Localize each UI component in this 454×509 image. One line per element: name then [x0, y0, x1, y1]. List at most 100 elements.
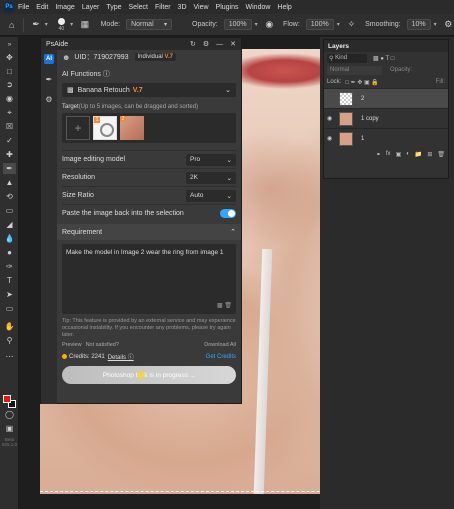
link-icon[interactable]: ⚭	[376, 151, 381, 158]
add-image-button[interactable]: +	[66, 116, 90, 140]
chevron-down-icon[interactable]: ▾	[337, 21, 340, 28]
image-icon[interactable]: ▩	[217, 303, 223, 309]
menu-select[interactable]: Select	[129, 4, 148, 11]
color-swatches[interactable]	[3, 395, 16, 408]
clone-stamp-tool-icon[interactable]: ▲	[3, 177, 16, 188]
menu-edit[interactable]: Edit	[36, 4, 48, 11]
filter-icons[interactable]: ▩ ● T □	[373, 55, 394, 62]
foreground-color-swatch[interactable]	[3, 395, 11, 403]
progress-button[interactable]: Photoshop task is in progress ...	[62, 366, 236, 384]
folder-icon[interactable]: 📁	[415, 151, 422, 158]
trash-icon[interactable]: 🗑	[224, 303, 232, 309]
history-brush-tool-icon[interactable]: ⟲	[3, 191, 16, 202]
menu-help[interactable]: Help	[277, 4, 291, 11]
requirement-header[interactable]: Requirement ⌃	[57, 224, 241, 240]
layer-row[interactable]: ◉ 1	[324, 128, 448, 148]
refresh-icon[interactable]: ↻	[190, 40, 196, 48]
zoom-tool-icon[interactable]: ⚲	[3, 335, 16, 346]
menu-file[interactable]: File	[18, 4, 29, 11]
menu-3d[interactable]: 3D	[178, 4, 187, 11]
smoothing-field[interactable]: 10%	[406, 19, 431, 30]
trash-icon[interactable]: 🗑	[437, 151, 445, 158]
rectangle-tool-icon[interactable]: ▭	[3, 303, 16, 314]
screen-mode-icon[interactable]: ▣	[3, 423, 16, 434]
pen-tool-icon[interactable]: ✑	[3, 261, 16, 272]
airbrush-icon[interactable]: ✧	[346, 18, 357, 32]
edit-icon[interactable]: ✒	[44, 74, 54, 84]
menu-bar: Ps File Edit Image Layer Type Select Fil…	[0, 0, 454, 14]
lasso-tool-icon[interactable]: ➲	[3, 79, 16, 90]
chevron-down-icon[interactable]: ▾	[434, 21, 437, 28]
flow-field[interactable]: 100%	[305, 19, 334, 30]
opacity-field[interactable]: 100%	[223, 19, 252, 30]
chevron-down-icon[interactable]: ▾	[45, 21, 48, 28]
target-image-1[interactable]: 1	[93, 116, 117, 140]
resolution-select[interactable]: 2K ⌄	[186, 171, 236, 184]
ai-function-select[interactable]: ▩ Banana Retouch V.7 ⌄	[62, 83, 236, 97]
path-selection-tool-icon[interactable]: ➤	[3, 289, 16, 300]
details-link[interactable]: Details ⓘ	[108, 352, 134, 361]
lock-icons[interactable]: □ ✒ ✥ ▣ 🔒	[345, 79, 379, 86]
blur-tool-icon[interactable]: 💧	[3, 233, 16, 244]
brush-size-picker[interactable]: 40	[56, 17, 67, 32]
paint-bucket-tool-icon[interactable]: ◢	[3, 219, 16, 230]
image-index-badge: 1	[94, 117, 100, 123]
eye-icon[interactable]: ◉	[327, 135, 335, 142]
ratio-select[interactable]: Auto ⌄	[186, 189, 236, 202]
new-layer-icon[interactable]: ⊞	[427, 151, 432, 158]
brush-tool-icon[interactable]: ✒	[3, 163, 16, 174]
frame-tool-icon[interactable]: ☒	[3, 121, 16, 132]
download-all-link[interactable]: Download All	[204, 342, 236, 348]
adjustment-icon[interactable]: ◐	[406, 151, 410, 157]
get-credits-link[interactable]: Get Credits	[206, 354, 236, 360]
collapse-icon[interactable]: »	[3, 39, 16, 50]
object-selection-tool-icon[interactable]: ◉	[3, 93, 16, 104]
mask-icon[interactable]: ▣	[396, 151, 402, 158]
layers-tab[interactable]: Layers	[324, 40, 448, 52]
gear-icon[interactable]: ⚙	[44, 94, 54, 104]
requirement-textarea[interactable]: Make the model in Image 2 wear the ring …	[62, 244, 236, 314]
layer-row[interactable]: ◉ 1 copy	[324, 108, 448, 128]
eraser-tool-icon[interactable]: ▭	[3, 205, 16, 216]
menu-image[interactable]: Image	[55, 4, 74, 11]
blend-mode-select[interactable]: Normal	[327, 65, 382, 75]
type-tool-icon[interactable]: T	[3, 275, 16, 286]
target-image-2[interactable]: 2	[120, 116, 144, 140]
quick-mask-icon[interactable]: ◯	[3, 409, 16, 420]
dodge-tool-icon[interactable]: ●	[3, 247, 16, 258]
eyedropper-tool-icon[interactable]: ✓	[3, 135, 16, 146]
fx-icon[interactable]: fx	[386, 151, 391, 157]
hand-tool-icon[interactable]: ✋	[3, 321, 16, 332]
photoshop-logo-icon[interactable]: Ps	[4, 2, 14, 12]
not-satisfied-link[interactable]: Not satisfied?	[86, 342, 119, 348]
menu-plugins[interactable]: Plugins	[216, 4, 239, 11]
chevron-down-icon[interactable]: ▾	[255, 21, 258, 28]
menu-type[interactable]: Type	[106, 4, 121, 11]
layer-row[interactable]: 2	[324, 88, 448, 108]
marquee-tool-icon[interactable]: □	[3, 66, 16, 77]
minimize-icon[interactable]: —	[216, 41, 223, 48]
menu-view[interactable]: View	[194, 4, 209, 11]
crop-tool-icon[interactable]: ⌖	[3, 107, 16, 118]
gear-icon[interactable]: ⚙	[203, 40, 209, 48]
pressure-opacity-icon[interactable]: ◉	[264, 18, 275, 32]
opacity-value: 100%	[228, 21, 247, 28]
smoothing-options-icon[interactable]: ⚙	[443, 18, 454, 32]
healing-brush-tool-icon[interactable]: ✚	[3, 149, 16, 160]
move-tool-icon[interactable]: ✥	[3, 52, 16, 63]
mode-select[interactable]: Normal ▾	[126, 19, 172, 30]
more-tools-icon[interactable]: ⋯	[3, 351, 16, 362]
brush-settings-icon[interactable]: ▦	[79, 18, 90, 32]
model-select[interactable]: Pro ⌄	[186, 153, 236, 166]
home-icon[interactable]: ⌂	[6, 18, 17, 32]
eye-icon[interactable]: ◉	[327, 115, 335, 122]
ai-icon[interactable]: AI	[44, 54, 54, 64]
close-icon[interactable]: ✕	[230, 40, 236, 48]
menu-window[interactable]: Window	[246, 4, 271, 11]
menu-layer[interactable]: Layer	[82, 4, 100, 11]
kind-filter-select[interactable]: ⚲ Kind	[327, 53, 367, 63]
menu-filter[interactable]: Filter	[155, 4, 171, 11]
paste-back-toggle[interactable]	[220, 209, 236, 218]
chevron-down-icon[interactable]: ▾	[70, 21, 73, 28]
brush-tool-icon[interactable]: ✒	[30, 18, 41, 32]
